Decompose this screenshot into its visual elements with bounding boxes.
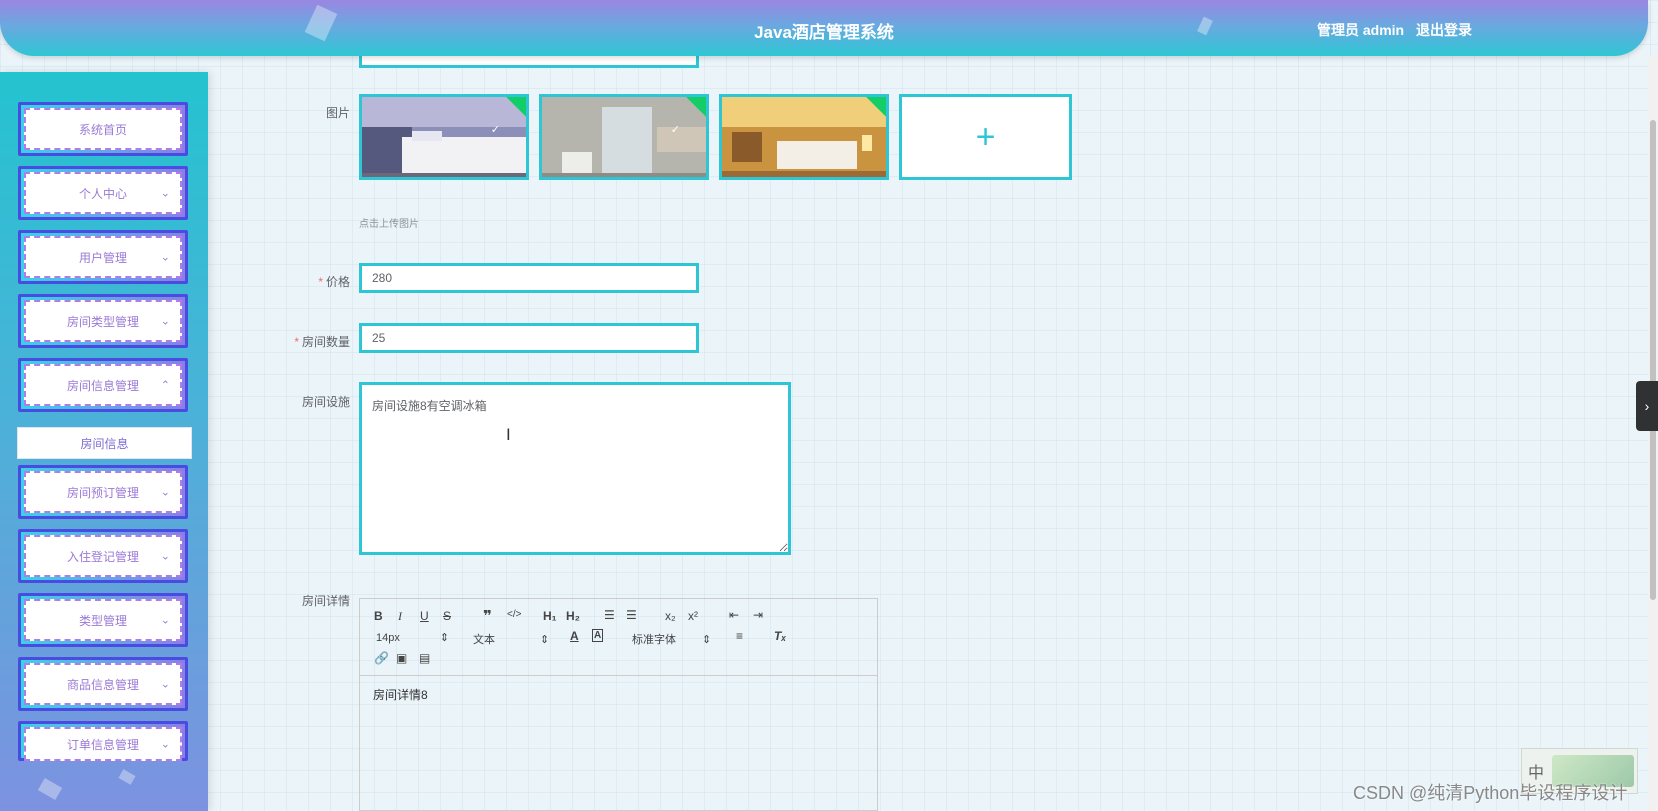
editor-toolbar: B I U S ❞ </> H₁ H₂ ☰ ☰ x₂ x² ⇤ ⇥ 14px ⇕ … xyxy=(360,599,877,676)
sidebar: 系统首页 个人中心 ⌄ 用户管理 ⌄ 房间类型管理 ⌄ 房间信息管理 ⌃ 房间信息 房间… xyxy=(0,72,208,811)
font-color-icon[interactable]: A xyxy=(570,629,579,643)
chevron-down-icon: ⌄ xyxy=(160,738,170,751)
indent-icon[interactable]: ⇥ xyxy=(753,608,763,622)
background-color-icon[interactable]: A xyxy=(592,629,604,642)
sidebar-item-room-types[interactable]: 房间类型管理 ⌄ xyxy=(18,294,188,348)
sidebar-item-users[interactable]: 用户管理 ⌄ xyxy=(18,230,188,284)
sidebar-item-label: 类型管理 xyxy=(78,613,127,628)
room-image-thumb[interactable] xyxy=(719,94,889,180)
price-input[interactable] xyxy=(359,263,699,293)
sidebar-item-bookings[interactable]: 房间预订管理 ⌄ xyxy=(18,465,188,519)
chevron-up-icon: ⌃ xyxy=(160,379,170,392)
required-mark: * xyxy=(294,335,299,349)
upload-hint: 点击上传图片 xyxy=(359,219,419,230)
code-icon[interactable]: </> xyxy=(507,609,521,620)
rich-text-editor: B I U S ❞ </> H₁ H₂ ☰ ☰ x₂ x² ⇤ ⇥ 14px ⇕ … xyxy=(359,598,878,811)
link-icon[interactable]: 🔗 xyxy=(374,651,389,665)
chevron-down-icon: ⌄ xyxy=(160,315,170,328)
font-size-select[interactable]: 14px ⇕ xyxy=(376,631,449,644)
logout-link[interactable]: 退出登录 xyxy=(1416,22,1472,38)
sidebar-item-label: 房间预订管理 xyxy=(66,485,139,500)
blockquote-icon[interactable]: ❞ xyxy=(483,607,492,625)
check-icon: ✓ xyxy=(490,124,500,136)
select-arrows-icon: ⇕ xyxy=(702,634,712,646)
image-icon[interactable]: ▣ xyxy=(396,651,407,665)
sidebar-item-label: 个人中心 xyxy=(78,186,127,201)
scrollbar-thumb[interactable] xyxy=(1650,120,1656,600)
video-icon[interactable]: ▤ xyxy=(419,651,430,665)
chevron-right-icon[interactable]: › xyxy=(1636,381,1658,431)
required-mark: * xyxy=(318,275,323,289)
plus-icon: + xyxy=(975,117,996,156)
chevron-down-icon: ⌄ xyxy=(160,251,170,264)
ordered-list-icon[interactable]: ☰ xyxy=(604,608,615,622)
chevron-down-icon: ⌄ xyxy=(160,486,170,499)
paragraph-select[interactable]: 文本 ⇕ xyxy=(473,631,549,647)
sidebar-item-home[interactable]: 系统首页 xyxy=(18,102,188,156)
upload-add-button[interactable]: + xyxy=(899,94,1072,180)
suite-photo xyxy=(722,97,886,177)
chevron-down-icon: ⌄ xyxy=(160,187,170,200)
sidebar-item-label: 系统首页 xyxy=(78,122,127,137)
h1-icon[interactable]: H₁ xyxy=(543,609,557,623)
sidebar-item-label: 商品信息管理 xyxy=(66,677,139,692)
align-icon[interactable]: ≡ xyxy=(736,629,743,643)
select-arrows-icon: ⇕ xyxy=(540,634,550,646)
watermark: CSDN @纯清Python毕设程序设计 xyxy=(1353,783,1628,803)
sidebar-decoration xyxy=(37,777,63,801)
sidebar-subitem-room-info[interactable]: 房间信息 xyxy=(17,427,192,459)
top-header: Java酒店管理系统 管理员 admin 退出登录 xyxy=(0,0,1648,56)
editor-content[interactable]: 房间详情8 xyxy=(360,676,877,713)
superscript-icon[interactable]: x² xyxy=(688,609,698,623)
sidebar-item-room-info[interactable]: 房间信息管理 ⌃ xyxy=(18,358,188,412)
bullet-list-icon[interactable]: ☰ xyxy=(626,608,637,622)
chevron-down-icon: ⌄ xyxy=(160,550,170,563)
sidebar-item-label: 房间信息管理 xyxy=(66,378,139,393)
check-icon: ✓ xyxy=(670,124,680,136)
price-label: * 价格 xyxy=(318,275,350,289)
sidebar-item-profile[interactable]: 个人中心 ⌄ xyxy=(18,166,188,220)
text-cursor-icon: Ⅰ xyxy=(506,427,511,444)
chevron-down-icon: ⌄ xyxy=(160,614,170,627)
underline-icon[interactable]: U xyxy=(420,609,429,623)
font-family-select[interactable]: 标准字体 ⇕ xyxy=(632,631,711,647)
user-label: 管理员 admin xyxy=(1316,22,1405,38)
select-arrows-icon: ⇕ xyxy=(439,632,450,644)
details-label: 房间详情 xyxy=(301,594,350,608)
room-count-input[interactable] xyxy=(359,323,699,353)
room-count-label: * 房间数量 xyxy=(294,335,350,349)
outdent-icon[interactable]: ⇤ xyxy=(729,608,739,622)
bold-icon[interactable]: B xyxy=(374,609,383,623)
facilities-label: 房间设施 xyxy=(301,395,350,409)
bedroom-photo xyxy=(362,97,526,177)
bathroom-photo xyxy=(542,97,706,177)
sidebar-item-label: 入住登记管理 xyxy=(66,549,139,564)
sidebar-item-label: 用户管理 xyxy=(78,250,127,265)
room-image-thumb[interactable]: ✓ xyxy=(539,94,709,180)
subscript-icon[interactable]: x₂ xyxy=(665,609,676,623)
sidebar-item-label: 订单信息管理 xyxy=(66,737,139,752)
sidebar-item-categories[interactable]: 类型管理 ⌄ xyxy=(18,593,188,647)
h2-icon[interactable]: H₂ xyxy=(566,609,580,623)
clear-format-icon[interactable]: Tₓ xyxy=(774,629,786,643)
sidebar-item-orders[interactable]: 订单信息管理 ⌄ xyxy=(18,721,188,761)
sidebar-item-label: 房间类型管理 xyxy=(66,314,139,329)
sidebar-decoration xyxy=(118,769,136,785)
room-image-thumb[interactable]: ✓ xyxy=(359,94,529,180)
image-label: 图片 xyxy=(325,106,350,120)
facilities-textarea[interactable]: 房间设施8有空调冰箱 xyxy=(359,382,791,555)
sidebar-item-products[interactable]: 商品信息管理 ⌄ xyxy=(18,657,188,711)
sidebar-item-checkin[interactable]: 入住登记管理 ⌄ xyxy=(18,529,188,583)
strike-icon[interactable]: S xyxy=(443,609,451,623)
chevron-down-icon: ⌄ xyxy=(160,678,170,691)
italic-icon[interactable]: I xyxy=(398,609,402,624)
header-user-area: 管理员 admin 退出登录 xyxy=(1309,20,1472,40)
